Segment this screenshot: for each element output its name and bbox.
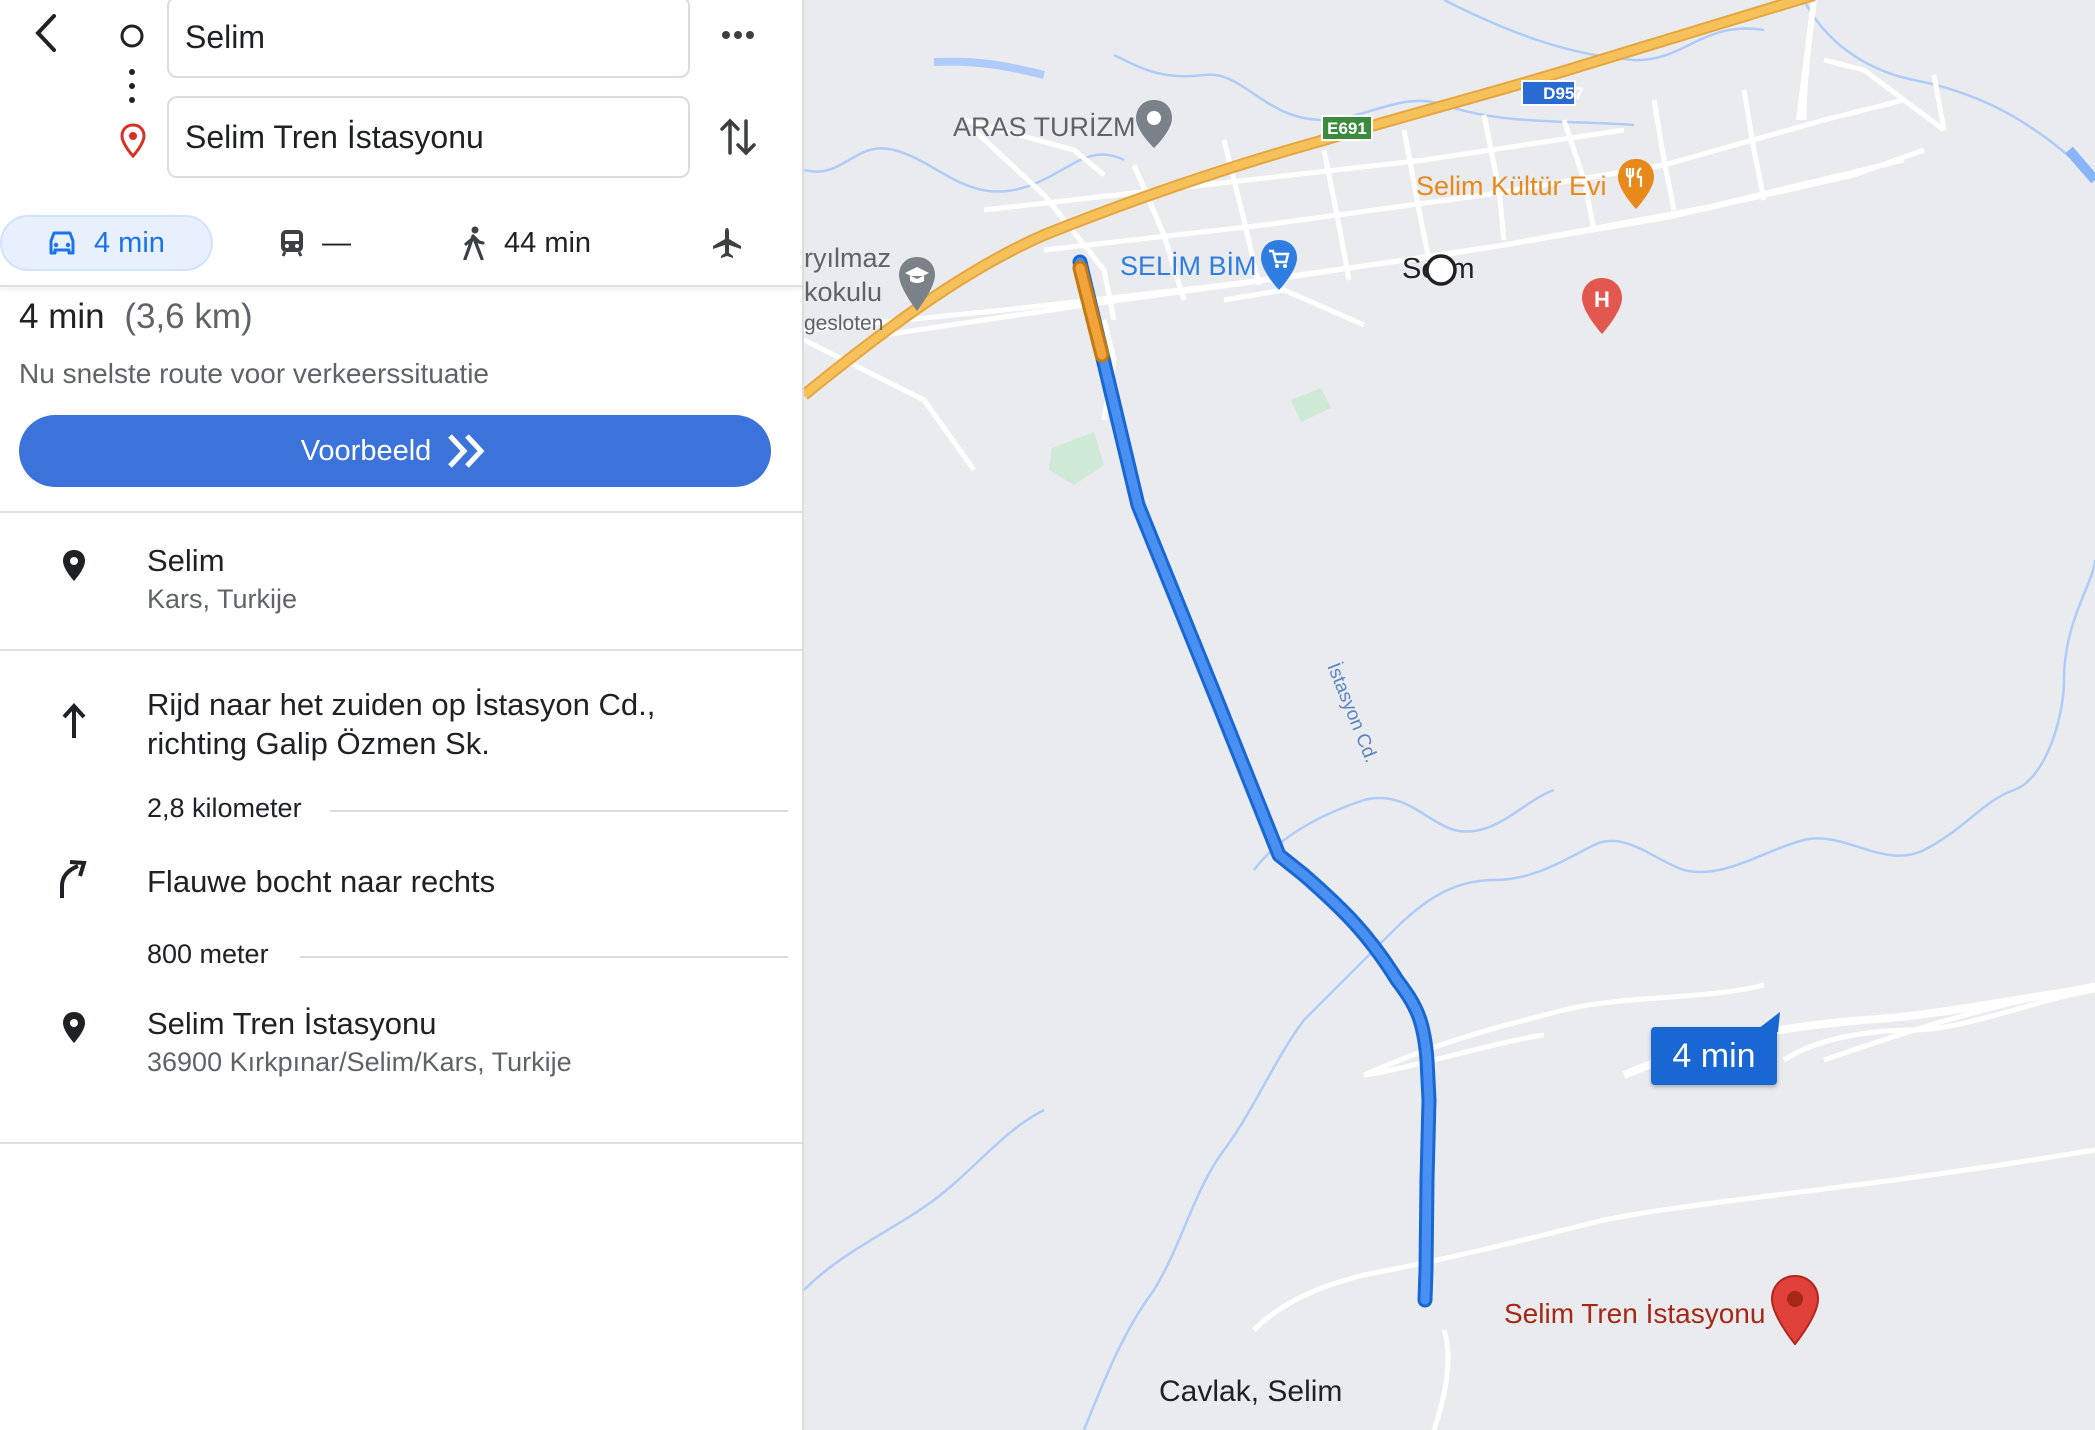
- step1-instruction[interactable]: Rijd naar het zuiden op İstasyon Cd., ri…: [147, 685, 655, 763]
- end-title: Selim Tren İstasyonu: [147, 1006, 437, 1041]
- map-canvas: [804, 0, 2095, 1430]
- eta-label: 4 min: [1672, 1037, 1756, 1075]
- start-divider: [0, 649, 802, 651]
- directions-panel: Selim Selim Tren İstasyonu 4 min — 44 mi…: [0, 0, 804, 1430]
- map-view[interactable]: ARAS TURİZM Selim Kültür Evi SELİM BİM S…: [804, 0, 2095, 1430]
- restaurant-poi-icon[interactable]: [1615, 157, 1657, 213]
- step1-line1: Rijd naar het zuiden op İstasyon Cd.,: [147, 687, 656, 722]
- mode-walk-label: 44 min: [504, 226, 592, 259]
- route-note: Nu snelste route voor verkeerssituatie: [19, 358, 489, 389]
- route-dots-icon: [129, 69, 135, 103]
- origin-input[interactable]: Selim: [167, 0, 690, 78]
- route-duration: 4 min: [19, 297, 105, 336]
- airplane-icon: [713, 228, 741, 258]
- destination-marker-icon[interactable]: [1768, 1273, 1822, 1347]
- preview-label: Voorbeeld: [300, 434, 432, 467]
- map-label-school3: gesloten: [804, 312, 884, 335]
- straight-arrow-icon: [62, 703, 86, 738]
- eta-callout[interactable]: 4 min: [1651, 1027, 1777, 1085]
- swap-icon[interactable]: [718, 113, 758, 161]
- map-label-station[interactable]: Selim Tren İstasyonu: [1504, 1298, 1765, 1330]
- step2-distance-line: [300, 956, 788, 958]
- route-start-marker[interactable]: [1423, 252, 1459, 288]
- destination-pin-icon: [120, 123, 146, 159]
- map-label-school2[interactable]: kokulu: [804, 277, 882, 308]
- mode-transit-label: —: [322, 226, 351, 259]
- river-lines: [804, 0, 2095, 1430]
- start-pin-icon: [63, 550, 85, 581]
- mode-drive-tab[interactable]: 4 min: [0, 215, 213, 271]
- mode-walk-tab[interactable]: 44 min: [460, 215, 591, 271]
- modes-divider: [0, 285, 802, 287]
- aras-poi-pin-icon[interactable]: [1133, 98, 1175, 152]
- start-title: Selim: [147, 543, 225, 578]
- preview-button[interactable]: Voorbeeld: [19, 415, 771, 487]
- step1-line2: richting Galip Özmen Sk.: [147, 726, 490, 761]
- map-label-school1[interactable]: ryılmaz: [804, 243, 891, 274]
- route-line-outline: [1072, 254, 1437, 1308]
- mode-flight-tab[interactable]: [710, 215, 760, 271]
- shopping-cart-poi-icon[interactable]: [1258, 238, 1300, 294]
- eta-callout-pointer: [1754, 1012, 1780, 1032]
- route-distance: (3,6 km): [124, 297, 253, 336]
- step1-distance: 2,8 kilometer: [147, 793, 302, 823]
- step2-instruction[interactable]: Flauwe bocht naar rechts: [147, 864, 495, 900]
- step1-distance-line: [330, 810, 788, 812]
- hospital-poi-icon[interactable]: H: [1579, 276, 1625, 338]
- map-label-cavlak[interactable]: Cavlak, Selim: [1159, 1375, 1342, 1409]
- mode-transit-tab[interactable]: —: [278, 215, 351, 271]
- route-summary: 4 min (3,6 km): [19, 296, 253, 338]
- summary-divider: [0, 511, 802, 513]
- end-pin-icon: [63, 1012, 85, 1043]
- end-divider: [0, 1142, 802, 1144]
- origin-circle-icon: [120, 24, 144, 48]
- back-arrow-icon: [35, 14, 56, 52]
- map-label-aras[interactable]: ARAS TURİZM: [953, 112, 1136, 143]
- train-icon: [281, 230, 303, 257]
- mode-drive-label: 4 min: [94, 226, 165, 259]
- step2-distance: 800 meter: [147, 939, 269, 969]
- back-button[interactable]: [24, 8, 68, 58]
- car-icon: [49, 231, 75, 255]
- double-chevron-right-icon: [448, 434, 485, 468]
- road-label-e691: E691: [1327, 119, 1367, 138]
- end-subtitle: 36900 Kırkpınar/Selim/Kars, Turkije: [147, 1047, 572, 1077]
- map-label-bim[interactable]: SELİM BİM: [1120, 251, 1257, 282]
- destination-input[interactable]: Selim Tren İstasyonu: [167, 96, 690, 178]
- walk-icon: [463, 226, 485, 260]
- road-label-d957: D957: [1543, 84, 1584, 103]
- school-poi-icon[interactable]: [896, 255, 938, 315]
- more-options-icon[interactable]: [718, 18, 758, 52]
- street-grid: [804, 0, 2095, 1430]
- start-subtitle: Kars, Turkije: [147, 584, 298, 614]
- map-label-kultur[interactable]: Selim Kültür Evi: [1416, 171, 1607, 202]
- slight-right-arrow-icon: [60, 860, 87, 898]
- svg-text:H: H: [1594, 287, 1610, 312]
